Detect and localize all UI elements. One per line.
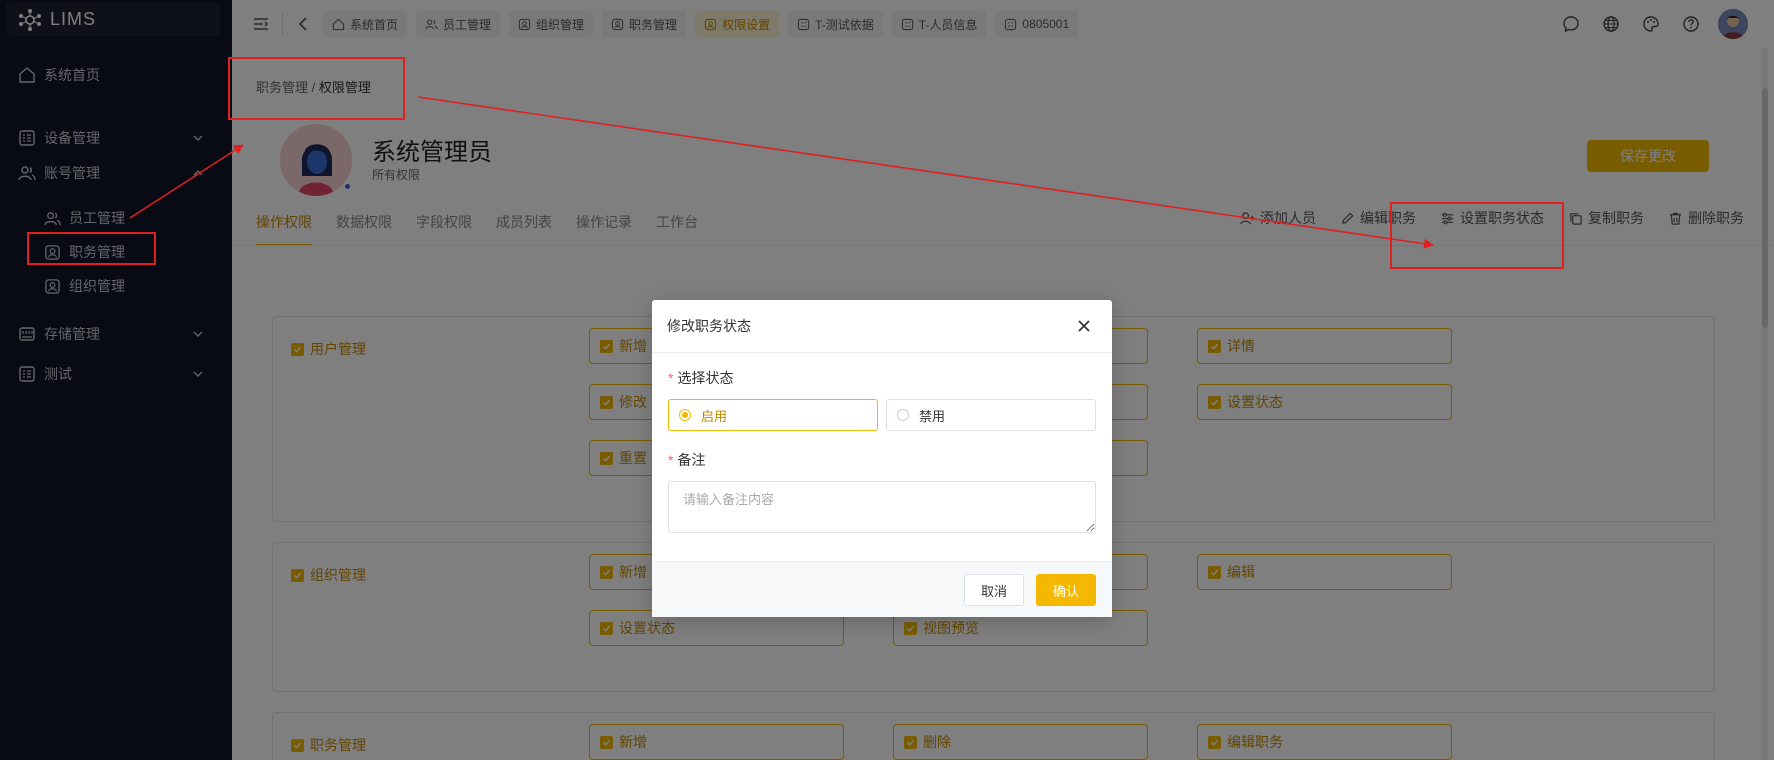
dialog-footer: 取消 确认	[652, 561, 1112, 617]
close-icon[interactable]	[1076, 318, 1092, 334]
radio-unselected-icon	[897, 409, 909, 421]
required-mark: *	[668, 370, 674, 386]
radio-selected-icon	[679, 409, 691, 421]
status-option-disable[interactable]: 禁用	[886, 399, 1096, 431]
confirm-button[interactable]: 确认	[1036, 574, 1096, 606]
remark-field-label: * 备注	[668, 450, 705, 470]
status-label-text: 选择状态	[677, 370, 734, 386]
dialog-title: 修改职务状态	[667, 318, 751, 334]
option-label: 禁用	[919, 408, 946, 424]
remark-input[interactable]	[668, 481, 1096, 533]
cancel-button[interactable]: 取消	[964, 574, 1024, 606]
status-option-enable[interactable]: 启用	[668, 399, 878, 431]
remark-label-text: 备注	[677, 452, 706, 468]
dialog-header: 修改职务状态	[652, 300, 1112, 353]
annotation-box-set-status	[1390, 202, 1564, 269]
status-field-label: * 选择状态	[668, 368, 733, 388]
option-label: 启用	[701, 408, 728, 424]
required-mark: *	[668, 452, 674, 468]
edit-position-status-dialog: 修改职务状态 *选择状态 启用 禁用 *备注 取消 确认	[652, 300, 1112, 617]
annotation-box-position-menu	[27, 232, 156, 265]
annotation-box-breadcrumb	[228, 57, 405, 120]
